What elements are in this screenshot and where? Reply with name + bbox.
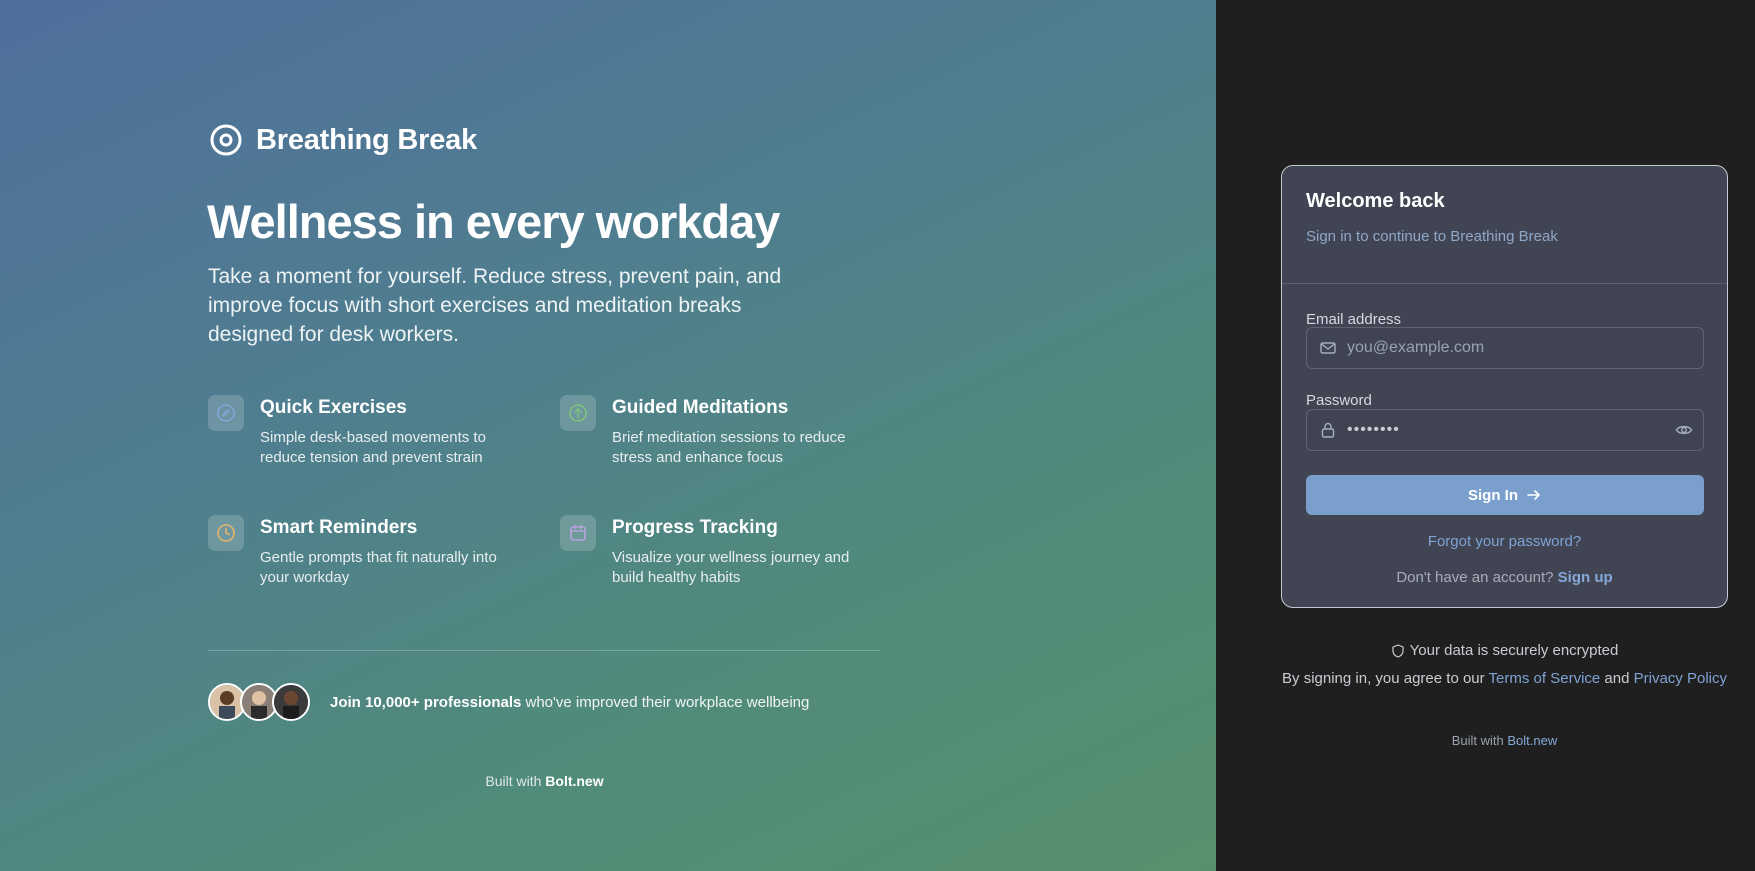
feature-title: Quick Exercises [260,397,407,418]
feature-description: Gentle prompts that fit naturally into y… [260,549,497,586]
feature-guided-meditations: Guided Meditations Brief meditation sess… [560,395,880,468]
feature-progress-tracking: Progress Tracking Visualize your wellnes… [560,515,880,588]
bolt-link[interactable]: Bolt.new [545,773,603,789]
section-divider [208,650,880,651]
hero-subtitle: Take a moment for yourself. Reduce stres… [208,265,782,346]
avatar [272,683,310,721]
password-value: •••••••• [1347,421,1400,438]
security-note: Your data is securely encrypted [1281,642,1728,659]
feature-title: Smart Reminders [260,517,418,538]
feature-title: Progress Tracking [612,517,778,538]
forgot-password-link[interactable]: Forgot your password? [1282,533,1727,550]
feature-description: Visualize your wellness journey and buil… [612,549,850,586]
social-proof-text: Join 10,000+ professionals who've improv… [330,693,810,711]
feature-description: Brief meditation sessions to reduce stre… [612,429,846,466]
privacy-policy-link[interactable]: Privacy Policy [1634,670,1727,687]
leaf-icon [569,404,587,422]
built-with-footer: Built with Bolt.new [485,773,604,789]
mail-icon [1320,342,1336,354]
brand-logo: Breathing Break [208,122,477,158]
feature-quick-exercises: Quick Exercises Simple desk-based moveme… [208,395,528,468]
shield-icon [1392,643,1404,658]
breath-logo-icon [210,124,242,156]
password-label: Password [1306,392,1372,409]
password-field[interactable]: •••••••• [1306,409,1704,451]
bolt-link[interactable]: Bolt.new [1507,733,1557,748]
terms-of-service-link[interactable]: Terms of Service [1489,670,1601,687]
email-label: Email address [1306,311,1402,328]
card-divider [1282,283,1727,284]
sign-in-button[interactable]: Sign In [1306,475,1704,515]
card-subtitle: Sign in to continue to Breathing Break [1306,228,1558,245]
avatar-group [208,683,310,721]
signup-prompt: Don't have an account? Sign up [1396,569,1613,586]
compass-icon [217,404,235,422]
sign-up-link[interactable]: Sign up [1558,569,1613,586]
built-with-footer-right: Built with Bolt.new [1451,733,1558,748]
hero-panel: Breathing Break Wellness in every workda… [0,0,1216,871]
arrow-right-icon [1527,490,1540,500]
login-card: Welcome back Sign in to continue to Brea… [1281,165,1728,608]
sign-in-label: Sign In [1468,486,1518,504]
brand-name: Breathing Break [256,123,478,156]
email-placeholder: you@example.com [1347,339,1485,356]
hero-title: Wellness in every workday [207,195,780,248]
feature-smart-reminders: Smart Reminders Gentle prompts that fit … [208,515,528,588]
card-title: Welcome back [1306,190,1445,212]
lock-icon [1321,422,1335,438]
email-field[interactable]: you@example.com [1306,327,1704,369]
feature-title: Guided Meditations [612,397,789,418]
show-password-icon[interactable] [1675,421,1693,439]
feature-description: Simple desk-based movements to reduce te… [260,429,486,466]
clock-icon [217,524,235,542]
social-proof: Join 10,000+ professionals who've improv… [208,683,809,721]
terms-notice: By signing in, you agree to our Terms of… [1282,670,1727,687]
calendar-icon [570,524,586,541]
